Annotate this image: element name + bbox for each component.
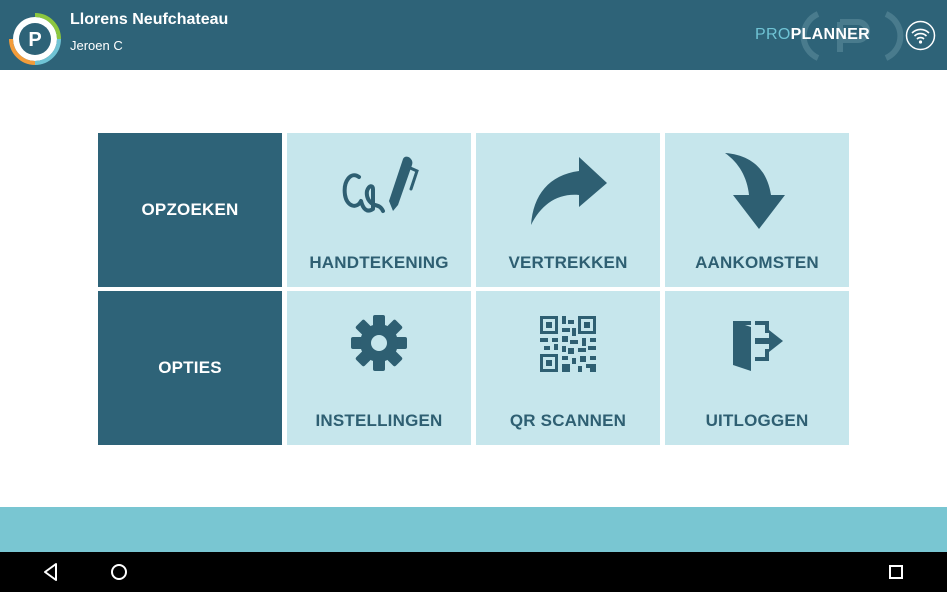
system-nav-bar [0,552,947,592]
uitloggen-button[interactable]: UITLOGGEN [665,291,849,445]
instellingen-button[interactable]: INSTELLINGEN [287,291,471,445]
signature-pen-icon [342,156,419,213]
opties-label: OPTIES [158,358,222,377]
handtekening-label: HANDTEKENING [309,253,449,272]
svg-text:P: P [28,29,41,51]
opzoeken-label: OPZOEKEN [141,200,239,219]
exit-door-icon [733,321,783,371]
brand-logo: PROPLANNER [755,26,870,44]
aankomsten-button[interactable]: AANKOMSTEN [665,133,849,287]
app-header: P Llorens Neufchateau Jeroen C PROPLANNE… [0,0,947,70]
recents-square-icon[interactable] [884,560,908,584]
vertrekken-button[interactable]: VERTREKKEN [476,133,660,287]
opties-button[interactable]: OPTIES [98,291,282,445]
uitloggen-label: UITLOGGEN [705,411,809,430]
curved-arrow-right-icon [531,157,607,225]
vertrekken-label: VERTREKKEN [508,253,628,272]
aankomsten-label: AANKOMSTEN [695,253,819,272]
opzoeken-button[interactable]: OPZOEKEN [98,133,282,287]
curved-arrow-down-icon [725,153,785,229]
proplanner-logo-icon: P [9,13,61,65]
user-name: Llorens Neufchateau [70,11,229,28]
user-subtitle: Jeroen C [70,38,123,53]
handtekening-button[interactable]: HANDTEKENING [287,133,471,287]
qr-scannen-button[interactable]: QR SCANNEN [476,291,660,445]
qr-scannen-label: QR SCANNEN [509,411,627,430]
wifi-icon[interactable] [905,20,936,51]
home-circle-icon[interactable] [107,560,131,584]
brand-planner: PLANNER [790,26,871,43]
qr-code-icon [540,316,596,372]
brand-pro: PRO [755,26,791,43]
footer-band [0,507,947,552]
instellingen-label: INSTELLINGEN [315,411,443,430]
back-triangle-icon[interactable] [39,560,63,584]
gear-icon [351,315,407,371]
